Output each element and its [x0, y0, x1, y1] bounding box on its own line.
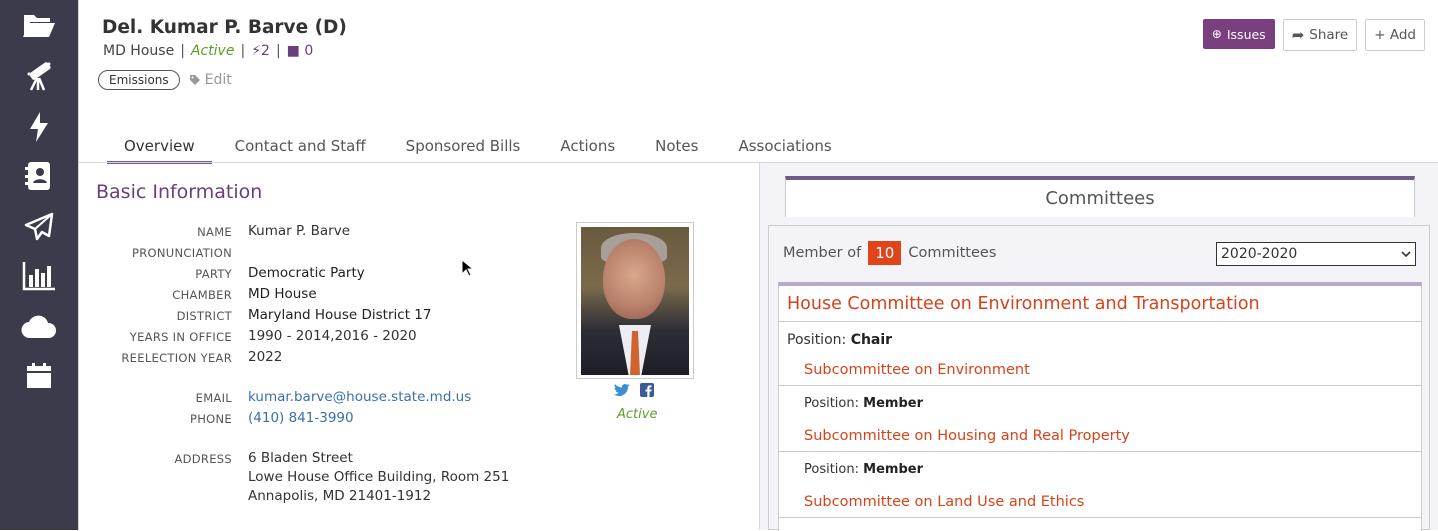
years-label: YEARS IN OFFICE	[129, 330, 232, 344]
address-line1: 6 Bladen Street	[248, 450, 353, 466]
add-label: + Add	[1374, 27, 1416, 43]
tab-notes[interactable]: Notes	[638, 128, 715, 164]
header-actions: ⊕ Issues ➦ Share + Add	[1202, 19, 1425, 51]
committee-card: House Committee on Environment and Trans…	[778, 282, 1422, 531]
tab-sponsored-bills[interactable]: Sponsored Bills	[389, 128, 538, 164]
main-content: Del. Kumar P. Barve (D) MD House | Active |…	[78, 0, 1438, 531]
subcommittee-link[interactable]: Subcommittee on Land Use and Ethics	[804, 494, 1084, 510]
phone-label: PHONE	[189, 412, 232, 426]
email-label: EMAIL	[195, 391, 232, 405]
telescope-icon[interactable]	[19, 58, 59, 94]
chamber-value: MD House	[248, 286, 317, 302]
subcommittee-link[interactable]: Subcommittee on Housing and Real Propert…	[804, 428, 1130, 444]
committees-panel: Committees Member of 10 Committees 2020-…	[759, 163, 1438, 531]
committee-count-badge: 10	[868, 241, 902, 265]
year-select[interactable]: 2020-2020	[1216, 242, 1416, 266]
paper-plane-icon[interactable]	[19, 209, 59, 245]
phone-link[interactable]: (410) 841-3990	[248, 410, 354, 426]
calendar-icon[interactable]	[19, 358, 59, 394]
tag-pill[interactable]: Emissions	[98, 70, 180, 90]
tab-bar: Overview Contact and Staff Sponsored Bil…	[107, 128, 855, 164]
member-of-summary: Member of 10 Committees	[783, 241, 996, 265]
chamber-text: MD House	[103, 43, 175, 59]
name-value: Kumar P. Barve	[248, 223, 351, 239]
tab-contact-and-staff[interactable]: Contact and Staff	[218, 128, 383, 164]
bolt-icon[interactable]	[19, 109, 59, 145]
plus-circle-icon: ⊕	[1211, 27, 1222, 41]
share-icon: ➦	[1291, 26, 1305, 44]
basic-info-title: Basic Information	[96, 181, 263, 203]
address-book-icon[interactable]	[19, 158, 59, 194]
issues-label: Issues	[1226, 26, 1266, 42]
basic-info-panel: Basic Information NAME Kumar P. Barve PR…	[79, 163, 759, 530]
tab-associations[interactable]: Associations	[721, 128, 848, 164]
page-title: Del. Kumar P. Barve (D)	[102, 17, 347, 38]
subcommittee-position: Position: Member	[804, 462, 923, 477]
notes-count[interactable]: ■ 0	[287, 43, 314, 59]
facebook-icon[interactable]	[640, 383, 654, 397]
committees-body: Member of 10 Committees 2020-2020 House …	[768, 225, 1430, 531]
status-text: Active	[190, 43, 235, 59]
member-photo	[576, 222, 694, 379]
edit-tags-button[interactable]: Edit	[189, 72, 232, 88]
subcommittee-link[interactable]: Subcommittee on Environment	[804, 362, 1030, 378]
address-line3: Annapolis, MD 21401-1912	[248, 488, 432, 504]
sidebar	[0, 0, 78, 530]
share-label: Share	[1309, 27, 1349, 43]
issues-button[interactable]: ⊕ Issues	[1202, 19, 1275, 49]
party-value: Democratic Party	[248, 265, 365, 281]
bolt-small-icon: ⚡	[251, 43, 262, 59]
district-value: Maryland House District 17	[248, 307, 432, 323]
twitter-icon[interactable]	[614, 383, 630, 397]
pronunciation-label: PRONUNCIATION	[132, 246, 232, 260]
chamber-label: CHAMBER	[172, 288, 232, 302]
subcommittee-position: Position: Member	[804, 396, 923, 411]
tab-actions[interactable]: Actions	[543, 128, 632, 164]
address-label: ADDRESS	[174, 452, 232, 466]
years-value: 1990 - 2014,2016 - 2020	[248, 328, 417, 344]
tag-icon	[189, 75, 200, 85]
committees-label: Committees	[908, 245, 997, 261]
share-button[interactable]: ➦ Share	[1282, 19, 1358, 51]
social-links	[614, 383, 654, 397]
add-button[interactable]: + Add	[1365, 19, 1425, 51]
committees-header: Committees	[785, 176, 1415, 217]
party-label: PARTY	[195, 267, 232, 281]
folder-open-icon[interactable]	[19, 7, 59, 43]
address-line2: Lowe House Office Building, Room 251	[248, 469, 510, 485]
note-icon: ■	[286, 43, 300, 59]
member-summary: MD House | Active | ⚡2 | ■ 0	[103, 43, 314, 59]
edit-label: Edit	[204, 72, 232, 88]
email-link[interactable]: kumar.barve@house.state.md.us	[248, 389, 471, 405]
name-label: NAME	[197, 225, 232, 239]
photo-status: Active	[617, 407, 658, 422]
tag-row: Emissions Edit	[98, 70, 232, 90]
reelection-value: 2022	[248, 349, 283, 365]
main-position: Position: Chair	[787, 332, 893, 348]
year-select-value: 2020-2020	[1221, 246, 1298, 262]
member-of-label: Member of	[783, 245, 862, 261]
mouse-cursor-icon	[461, 259, 473, 277]
bar-chart-icon[interactable]	[19, 258, 59, 294]
committee-link[interactable]: House Committee on Environment and Trans…	[787, 294, 1260, 314]
cloud-icon[interactable]	[19, 308, 59, 344]
tab-overview[interactable]: Overview	[107, 128, 212, 164]
bills-count[interactable]: ⚡2	[251, 43, 270, 59]
district-label: DISTRICT	[176, 309, 232, 323]
chevron-down-icon	[1401, 251, 1411, 257]
reelection-label: REELECTION YEAR	[121, 351, 232, 365]
